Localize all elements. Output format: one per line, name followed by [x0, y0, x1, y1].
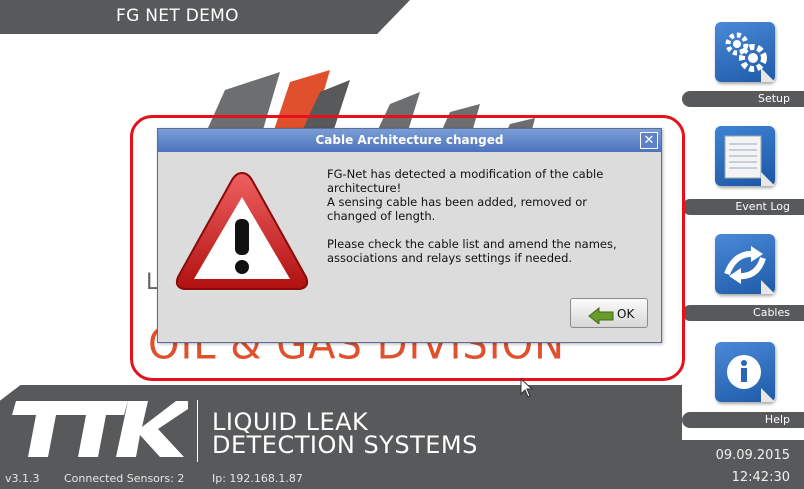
version-text: v3.1.3 — [5, 472, 40, 485]
app-title: FG NET DEMO — [116, 6, 239, 26]
title-bar: FG NET DEMO — [0, 0, 410, 34]
ip-text: Ip: 192.168.1.87 — [212, 472, 303, 485]
time-text: 12:42:30 — [731, 470, 790, 485]
dialog-message-line: architecture! — [327, 181, 402, 195]
dialog-title: Cable Architecture changed — [315, 133, 504, 147]
mouse-cursor-icon — [520, 378, 534, 398]
date-text: 09.09.2015 — [715, 448, 790, 463]
close-icon[interactable]: ✕ — [640, 132, 658, 149]
cables-button[interactable] — [715, 234, 775, 294]
help-button[interactable] — [715, 342, 775, 402]
ttk-logo — [12, 401, 188, 457]
check-arrow-icon — [588, 306, 614, 324]
cables-label[interactable]: Cables — [682, 305, 804, 321]
dialog-message-line: associations and relays settings if need… — [327, 251, 573, 265]
ok-button[interactable]: OK — [570, 298, 648, 328]
clock-panel: 09.09.2015 12:42:30 — [682, 440, 804, 489]
warning-icon — [175, 171, 309, 290]
brand-tagline-2: DETECTION SYSTEMS — [212, 431, 478, 459]
dialog-message-line: FG-Net has detected a modification of th… — [327, 167, 604, 181]
help-label[interactable]: Help — [682, 412, 804, 428]
status-bar: v3.1.3 Connected Sensors: 2 Ip: 192.168.… — [0, 468, 682, 489]
event-log-button[interactable] — [715, 126, 775, 186]
dialog-message-line: changed of length. — [327, 209, 436, 223]
setup-button[interactable] — [715, 22, 775, 82]
connected-sensors-text: Connected Sensors: 2 — [64, 472, 185, 485]
setup-label[interactable]: Setup — [682, 91, 804, 107]
brand-divider — [197, 400, 198, 462]
ok-label: OK — [617, 307, 635, 321]
dialog-titlebar: Cable Architecture changed ✕ — [158, 129, 661, 152]
event-log-label[interactable]: Event Log — [682, 199, 804, 215]
cable-changed-dialog: Cable Architecture changed ✕ FG-Net has … — [157, 128, 662, 343]
dialog-message-line: A sensing cable has been added, removed … — [327, 195, 588, 209]
dialog-message-line: Please check the cable list and amend th… — [327, 237, 617, 251]
